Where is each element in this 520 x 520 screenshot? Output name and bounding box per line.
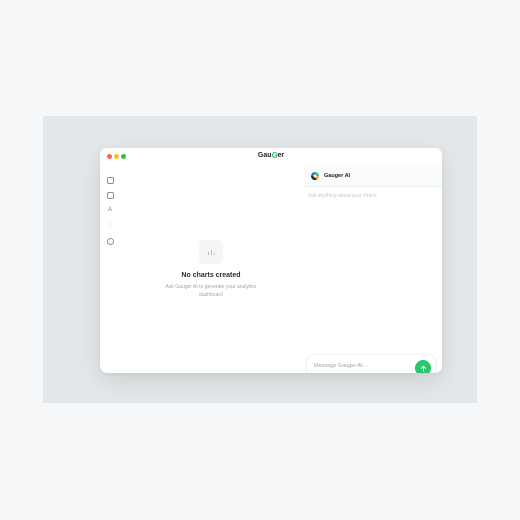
send-button[interactable]	[415, 360, 431, 373]
sidebar-item-analytics[interactable]: ⫶	[106, 222, 114, 230]
app-title: Gau er	[100, 152, 442, 159]
title-bar: Gau er	[100, 148, 442, 166]
empty-state-title: No charts created	[181, 272, 241, 279]
arrow-up-icon	[420, 365, 426, 371]
empty-chart-icon	[199, 240, 223, 264]
app-title-prefix: Gau	[257, 152, 272, 159]
sidebar-item-charts[interactable]	[107, 177, 114, 184]
chat-panel: Gauger AI Ask anything about your charts	[304, 166, 442, 373]
desktop-backdrop: Gau er A ⫶ No charts created Ask Gauger A…	[43, 116, 477, 403]
empty-state-description: Ask Gauger AI to generate your analytics…	[165, 284, 257, 298]
gauger-logo-icon	[310, 172, 320, 181]
chat-header: Gauger AI	[304, 166, 442, 187]
assistant-name: Gauger AI	[324, 173, 351, 179]
sidebar-item-text[interactable]: A	[106, 206, 114, 214]
chat-prompt-hint: Ask anything about your charts	[308, 193, 377, 199]
sidebar-item-settings[interactable]	[107, 238, 114, 245]
app-title-suffix: er	[277, 152, 285, 159]
app-window: Gau er A ⫶ No charts created Ask Gauger A…	[100, 148, 442, 373]
sidebar-item-documents[interactable]	[107, 192, 114, 199]
bar-chart-icon: ⫶	[109, 222, 111, 229]
text-icon: A	[107, 207, 112, 213]
empty-state: No charts created Ask Gauger AI to gener…	[140, 240, 282, 299]
